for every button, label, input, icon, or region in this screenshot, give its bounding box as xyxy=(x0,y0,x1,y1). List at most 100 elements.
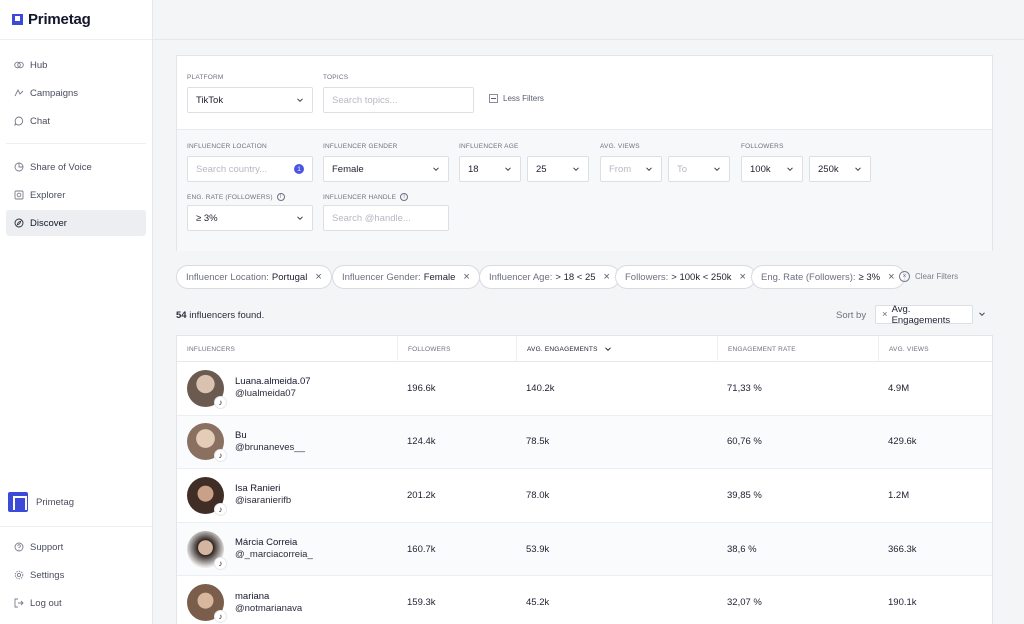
secondary-nav: Share of Voice Explorer Discover xyxy=(0,150,152,236)
gender-select[interactable]: Female xyxy=(323,156,449,182)
top-bar xyxy=(153,0,1024,40)
chevron-down-icon xyxy=(433,167,439,172)
influencer-name: Márcia Correia xyxy=(235,537,298,549)
sidebar-item-label: Campaigns xyxy=(30,87,79,99)
engagement-rate-cell: 71,33 % xyxy=(727,382,762,394)
handle-input[interactable]: Search @handle... xyxy=(323,205,449,231)
remove-sort-icon[interactable]: × xyxy=(882,309,888,320)
views-cell: 1.2M xyxy=(888,489,910,501)
column-avg-views[interactable]: AVG. VIEWS xyxy=(878,336,992,362)
sidebar-item-chat[interactable]: Chat xyxy=(6,108,146,134)
brand-name: Primetag xyxy=(28,11,91,28)
followers-from-value: 100k xyxy=(750,163,771,175)
info-icon[interactable]: i xyxy=(400,193,409,201)
remove-chip-icon[interactable]: × xyxy=(740,271,746,283)
chip-value: > 18 < 25 xyxy=(555,271,596,283)
age-from-select[interactable]: 18 xyxy=(459,156,521,182)
sidebar-item-hub[interactable]: Hub xyxy=(6,52,146,78)
followers-to-select[interactable]: 250k xyxy=(809,156,871,182)
column-influencers[interactable]: INFLUENCERS xyxy=(177,336,397,362)
avatar: ♪ xyxy=(187,423,227,463)
engagement-rate-cell: 60,76 % xyxy=(727,436,762,448)
nav-divider xyxy=(6,143,146,144)
location-input[interactable]: Search country... 1 xyxy=(187,156,313,182)
table-row[interactable]: ♪ Bu @brunaneves__ 124.4k 78.5k 60,76 % 4… xyxy=(177,415,992,470)
eng-rate-label: ENG. RATE (FOLLOWERS) i xyxy=(187,193,285,201)
column-engagement-rate[interactable]: ENGAGEMENT RATE xyxy=(717,336,877,362)
collapse-icon xyxy=(489,94,498,103)
influencers-table: INFLUENCERS FOLLOWERS AVG. ENGAGEMENTS E… xyxy=(176,335,993,624)
views-from-select[interactable]: From xyxy=(600,156,662,182)
filter-chip-eng-rate[interactable]: Eng. Rate (Followers): ≥ 3% × xyxy=(751,265,905,289)
influencer-name: Isa Ranieri xyxy=(235,483,281,495)
sidebar-item-label: Discover xyxy=(30,217,67,229)
sidebar-item-support[interactable]: Support xyxy=(6,533,146,561)
followers-cell: 201.2k xyxy=(407,489,436,501)
help-icon xyxy=(14,542,24,552)
platform-select[interactable]: TikTok xyxy=(187,87,313,113)
table-body: ♪ Luana.almeida.07 @lualmeida07 196.6k 14… xyxy=(177,362,992,624)
followers-cell: 124.4k xyxy=(407,436,436,448)
chip-key: Eng. Rate (Followers): xyxy=(761,271,856,283)
sidebar-item-settings[interactable]: Settings xyxy=(6,561,146,589)
chip-key: Influencer Location: xyxy=(186,271,269,283)
followers-from-select[interactable]: 100k xyxy=(741,156,803,182)
topics-label: TOPICS xyxy=(323,74,349,81)
avatar: ♪ xyxy=(187,584,227,624)
organization-switcher[interactable]: Primetag xyxy=(0,492,152,512)
views-to-select[interactable]: To xyxy=(668,156,730,182)
age-to-select[interactable]: 25 xyxy=(527,156,589,182)
chevron-down-icon xyxy=(787,167,793,172)
clear-filters-button[interactable]: × Clear Filters xyxy=(899,271,958,282)
column-followers[interactable]: FOLLOWERS xyxy=(397,336,515,362)
sort-select[interactable]: × Avg. Engagements xyxy=(875,304,973,326)
column-avg-engagements[interactable]: AVG. ENGAGEMENTS xyxy=(516,336,716,362)
chevron-down-icon xyxy=(573,167,579,172)
chevron-down-icon xyxy=(505,167,511,172)
platform-value: TikTok xyxy=(196,94,224,106)
sidebar: Primetag Hub Campaigns Chat Share of Voi… xyxy=(0,0,153,624)
advanced-filters: INFLUENCER LOCATION Search country... 1 … xyxy=(177,129,992,251)
bottom-nav: Support Settings Log out xyxy=(0,526,152,617)
chevron-down-icon xyxy=(297,216,303,221)
campaigns-icon xyxy=(14,88,24,98)
table-row[interactable]: ♪ mariana @notmarianava 159.3k 45.2k 32,0… xyxy=(177,576,992,624)
remove-chip-icon[interactable]: × xyxy=(463,271,469,283)
tiktok-icon: ♪ xyxy=(214,610,227,624)
table-row[interactable]: ♪ Isa Ranieri @isaranierifb 201.2k 78.0k … xyxy=(177,469,992,523)
sidebar-item-explorer[interactable]: Explorer xyxy=(6,182,146,208)
filter-chip-age[interactable]: Influencer Age: > 18 < 25 × xyxy=(479,265,620,289)
sidebar-item-discover[interactable]: Discover xyxy=(6,210,146,236)
filter-chip-followers[interactable]: Followers: > 100k < 250k × xyxy=(615,265,756,289)
influencer-name: Luana.almeida.07 xyxy=(235,376,311,388)
topics-input[interactable]: Search topics... xyxy=(323,87,474,113)
influencer-cell: ♪ Márcia Correia @_marciacorreia_ xyxy=(177,523,313,576)
sidebar-item-share-of-voice[interactable]: Share of Voice xyxy=(6,154,146,180)
filter-chip-gender[interactable]: Influencer Gender: Female × xyxy=(332,265,480,289)
less-filters-toggle[interactable]: Less Filters xyxy=(489,94,544,103)
info-icon[interactable]: i xyxy=(276,193,285,201)
handle-placeholder: Search @handle... xyxy=(332,212,411,224)
views-label: AVG. VIEWS xyxy=(600,143,640,150)
table-row[interactable]: ♪ Márcia Correia @_marciacorreia_ 160.7k … xyxy=(177,522,992,577)
tiktok-icon: ♪ xyxy=(214,449,227,463)
remove-chip-icon[interactable]: × xyxy=(888,271,894,283)
eng-rate-select[interactable]: ≥ 3% xyxy=(187,205,313,231)
sidebar-item-logout[interactable]: Log out xyxy=(6,589,146,617)
brand-logo[interactable]: Primetag xyxy=(0,0,152,40)
remove-chip-icon[interactable]: × xyxy=(604,271,610,283)
chip-value: ≥ 3% xyxy=(858,271,881,283)
remove-chip-icon[interactable]: × xyxy=(315,271,321,283)
filter-chip-location[interactable]: Influencer Location: Portugal × xyxy=(176,265,332,289)
table-row[interactable]: ♪ Luana.almeida.07 @lualmeida07 196.6k 14… xyxy=(177,362,992,416)
gender-label: INFLUENCER GENDER xyxy=(323,143,398,150)
sidebar-item-campaigns[interactable]: Campaigns xyxy=(6,80,146,106)
avatar: ♪ xyxy=(187,369,227,409)
sidebar-item-label: Settings xyxy=(30,569,65,581)
engagement-rate-cell: 32,07 % xyxy=(727,597,762,609)
views-cell: 4.9M xyxy=(888,382,910,394)
engagements-cell: 140.2k xyxy=(526,382,555,394)
filters-panel: PLATFORM TikTok TOPICS Search topics... … xyxy=(176,55,993,251)
hub-icon xyxy=(14,60,24,70)
chevron-down-icon[interactable] xyxy=(978,310,986,318)
